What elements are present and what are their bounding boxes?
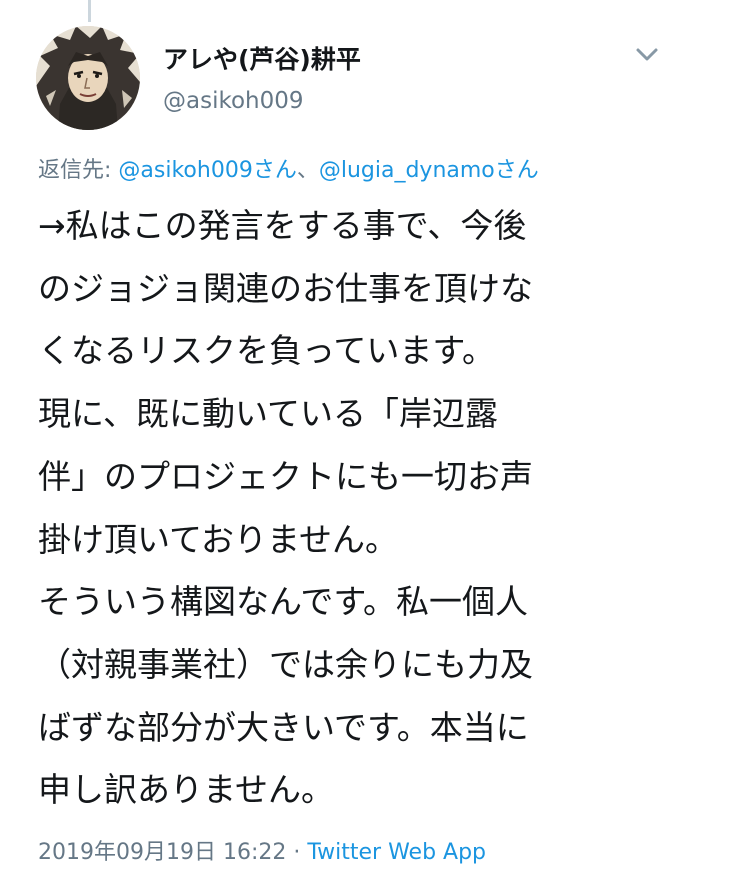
- tweet-line: 現に、既に動いている「岸辺露: [38, 394, 499, 434]
- source-app-link[interactable]: Twitter Web App: [307, 840, 486, 865]
- reply-mention-lugia-dynamo[interactable]: @lugia_dynamoさん: [319, 158, 539, 183]
- chevron-down-icon[interactable]: [632, 44, 662, 66]
- display-name[interactable]: アレや(芦谷)耕平: [163, 40, 361, 76]
- tweet-body: →私はこの発言をする事で、今後 のジョジョ関連のお仕事を頂けな くなるリスクを負って…: [38, 195, 718, 822]
- avatar[interactable]: [36, 26, 140, 130]
- tweet-line: そういう構図なんです。私一個人: [38, 582, 529, 622]
- tweet-line: くなるリスクを負っています。: [38, 331, 496, 371]
- tweet-meta: 2019年09月19日 16:22 · Twitter Web App: [38, 834, 486, 866]
- tweet-line: 掛け頂いておりません。: [38, 519, 399, 559]
- tweet-line: 申し訳ありません。: [38, 770, 335, 810]
- reply-mention-asikoh009[interactable]: @asikoh009さん: [118, 158, 296, 183]
- tweet-timestamp[interactable]: 2019年09月19日 16:22: [38, 840, 286, 865]
- tweet-line: →私はこの発言をする事で、今後: [38, 206, 527, 245]
- reply-separator: 、: [296, 158, 319, 183]
- thread-connector-line: [88, 0, 91, 22]
- user-handle[interactable]: @asikoh009: [163, 88, 304, 114]
- avatar-illustration: [36, 26, 140, 130]
- meta-separator: ·: [286, 840, 308, 865]
- tweet-line: 伴」のプロジェクトにも一切お声: [38, 456, 533, 496]
- tweet-line: （対親事業社）では余りにも力及: [38, 644, 533, 684]
- tweet-line: ばずな部分が大きいです。本当に: [38, 707, 529, 747]
- tweet-line: のジョジョ関連のお仕事を頂けな: [38, 268, 533, 308]
- reply-context: 返信先: @asikoh009さん、@lugia_dynamoさん: [38, 152, 539, 184]
- reply-prefix-label: 返信先:: [38, 158, 119, 183]
